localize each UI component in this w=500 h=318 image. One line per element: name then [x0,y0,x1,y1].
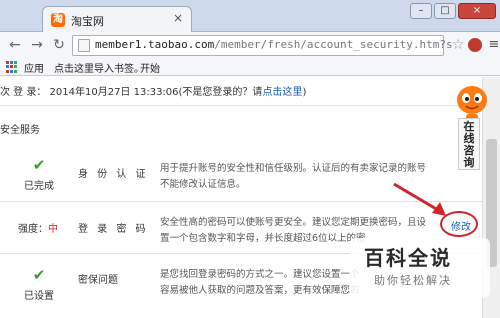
browser-toolbar: ← → ↻ member1.taobao.com/member/fresh/ac… [0,32,500,58]
minimize-button[interactable]: – [410,3,432,19]
bookmarks-bar: 应用 点击这里导入书签。 开始 [0,58,500,76]
check-icon: ✔ [32,266,46,284]
menu-icon[interactable]: ≡ [485,36,500,54]
divider [0,105,482,106]
online-consult-button[interactable]: 在线咨询 [458,118,480,170]
reload-icon[interactable]: ↻ [50,36,68,54]
url-text: member1.taobao.com/member/fresh/account_… [95,38,453,51]
window-controls: – □ × [410,3,496,19]
tab-title: 淘宝网 [71,15,104,28]
star-icon[interactable]: ☆ [449,36,467,54]
arrow-icon [393,182,446,216]
maximize-button[interactable]: □ [434,3,456,19]
page-icon [78,39,90,52]
apps-icon[interactable] [6,61,18,73]
status-completed: ✔ 已完成 [18,157,60,192]
taobao-favicon-icon: 淘 [51,13,65,27]
modify-password-link[interactable]: 修改 [451,218,471,233]
address-bar[interactable]: member1.taobao.com/member/fresh/account_… [72,35,453,56]
click-here-link[interactable]: 点击这里 [262,87,302,98]
last-login-info: 次 登 录： 2014年10月27日 13:33:06(不是您登录的？请点击这里… [0,87,307,98]
check-icon: ✔ [32,156,46,174]
section-title: 安全服务 [0,125,40,136]
bookmark-apps[interactable]: 应用 [24,60,44,75]
watermark-logo: 百科全说 [364,246,452,270]
bookmark-start[interactable]: 开始 [140,60,160,75]
tab-taobao[interactable]: 淘 淘宝网 × [42,6,192,32]
password-strength: 强度：中 [18,224,58,235]
forward-icon[interactable]: → [28,36,46,54]
bookmark-import[interactable]: 点击这里导入书签。 [54,60,144,75]
watermark-tagline: 助你轻松解决 [374,274,452,287]
item-name: 登 录 密 码 [78,224,149,235]
back-icon[interactable]: ← [6,36,24,54]
browser-tabstrip: 淘 淘宝网 × – □ × [0,0,500,32]
watermark: 百科全说 助你轻松解决 [330,238,490,304]
extension-icon[interactable] [468,38,482,52]
close-tab-icon[interactable]: × [173,11,183,25]
close-window-button[interactable]: × [458,3,496,19]
strength-value: 中 [48,224,58,235]
status-set: ✔ 已设置 [18,267,60,302]
item-name: 密保问题 [78,275,118,286]
item-name: 身 份 认 证 [78,169,149,180]
